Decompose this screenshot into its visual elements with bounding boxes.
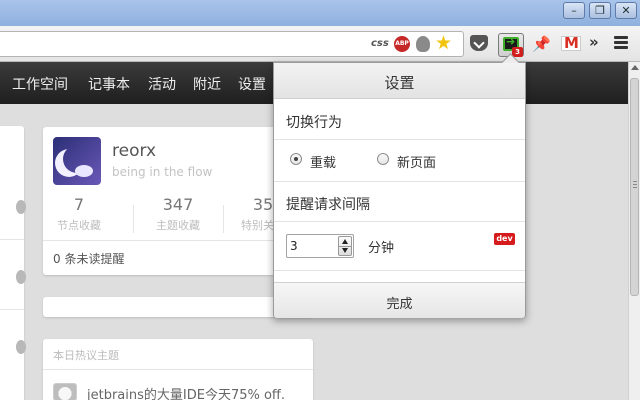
divider [274,181,525,182]
divider [274,270,525,271]
new-page-radio-label[interactable]: 新页面 [397,152,436,171]
more-extensions-icon[interactable]: » [589,33,599,55]
divider [274,139,525,140]
close-window-button[interactable]: ✕ [615,2,637,19]
decrement-arrow-icon[interactable] [342,248,348,253]
divider [0,309,24,310]
page-scrollbar[interactable] [628,62,640,400]
stat-label: 主题收藏 [156,219,200,232]
stat-value: 347 [162,195,194,214]
maximize-button[interactable]: ❐ [589,2,611,19]
username[interactable]: reorx [112,141,156,161]
gmail-icon[interactable] [561,34,581,52]
grip-line [633,184,637,185]
nav-settings[interactable]: 设置 [238,74,266,94]
scrollbar-thumb[interactable] [630,78,639,296]
popup-header: 设置 [274,63,525,99]
topic-author-avatar[interactable] [53,383,77,400]
list-item-bullet [16,340,26,354]
minimize-button[interactable]: – [563,2,585,19]
popup-title: 设置 [384,74,415,92]
address-bar[interactable]: css ABP ★ [0,31,464,57]
nav-activity[interactable]: 活动 [148,74,176,94]
popup-footer: 完成 [274,282,525,318]
divider [43,369,313,370]
interval-label: 提醒请求间隔 [286,197,370,213]
done-button[interactable]: 完成 [274,293,525,312]
hot-topics-title: 本日热议主题 [53,349,119,362]
spinner-control[interactable] [338,236,352,256]
list-item-bullet [16,270,26,284]
increment-arrow-icon[interactable] [342,239,348,244]
scroll-up-arrow-icon[interactable] [631,65,639,70]
stat-node-favorites[interactable]: 7 节点收藏 [39,195,119,233]
lightbulb-icon[interactable] [416,36,430,52]
divider [133,205,134,233]
stat-topic-favorites[interactable]: 347 主题收藏 [138,195,218,233]
settings-popup: 设置 切换行为 重载 新页面 提醒请求间隔 3 分钟 dev 完成 [273,62,526,318]
dev-badge: dev [494,233,515,245]
grip-line [633,187,637,188]
divider [274,221,525,222]
pin-icon[interactable]: 📌 [532,35,551,57]
avatar[interactable] [53,137,101,185]
window-titlebar: – ❐ ✕ [0,0,640,26]
divider [339,246,351,247]
hot-topic-link[interactable]: jetbrains的大量IDE今天75% off. [87,384,285,400]
unread-notifications-link[interactable]: 0 条未读提醒 [53,250,124,267]
reload-radio-label[interactable]: 重载 [310,152,336,171]
grip-line [633,181,637,182]
divider [0,239,24,240]
reload-radio[interactable] [290,153,302,165]
switch-behavior-label: 切换行为 [286,115,342,131]
list-item-bullet [16,200,26,214]
left-column-card [0,126,26,400]
css-extension-icon[interactable]: css [371,38,389,49]
pocket-icon[interactable] [470,35,488,51]
interval-stepper[interactable]: 3 [286,234,354,258]
nav-notebook[interactable]: 记事本 [88,74,130,94]
adblock-plus-icon[interactable]: ABP [394,36,410,52]
nav-nearby[interactable]: 附近 [193,74,221,94]
interval-unit-label: 分钟 [368,241,395,256]
user-tagline: being in the flow [112,165,213,179]
interval-value[interactable]: 3 [290,239,298,253]
bookmark-star-icon[interactable]: ★ [435,32,452,54]
stat-value: 7 [73,195,85,214]
nav-workspace[interactable]: 工作空间 [12,74,68,94]
browser-menu-icon[interactable] [614,36,628,49]
hot-topics-card: 本日热议主题 jetbrains的大量IDE今天75% off. [43,339,313,400]
stat-label: 节点收藏 [57,219,101,232]
new-page-radio[interactable] [377,153,389,165]
